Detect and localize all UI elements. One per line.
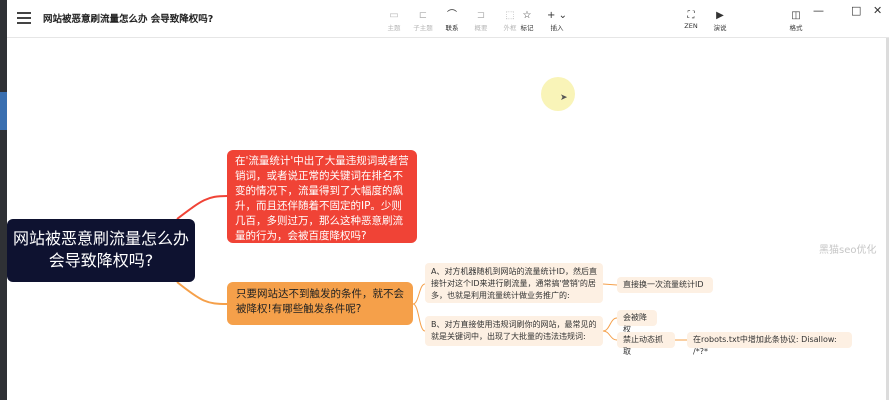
minimize-button[interactable]: — [813, 4, 824, 17]
hamburger-menu-icon[interactable] [17, 12, 31, 24]
pitch-icon: ▶ [716, 10, 724, 21]
toolbar-format-button[interactable]: ◫ 格式 [779, 9, 813, 32]
watermark-text: 黑猫seo优化 [819, 245, 877, 256]
star-icon: ☆ [522, 10, 532, 21]
subtopic-robots-rule[interactable]: 在robots.txt中增加此条协议: Disallow: /*?* [687, 332, 852, 356]
root-topic[interactable]: 网站被恶意刷流量怎么办 会导致降权吗? [7, 219, 195, 282]
subtopic-b[interactable]: B、对方直接使用违规词刷你的网站，最常见的就是关键词中，出现了大批量的违法违规词… [425, 316, 603, 346]
plus-icon: + ⌄ [547, 10, 567, 21]
cursor-highlight [541, 77, 575, 111]
subtopic-block-dynamic[interactable]: 禁止动态抓取 [617, 332, 675, 356]
toolbar-pitch-button[interactable]: ▶ 演说 [703, 9, 737, 32]
subtopic-change-id[interactable]: 直接换一次流量统计ID [617, 277, 713, 293]
topic-branch-2[interactable]: 只要网站达不到触发的条件，就不会被降权!有哪些触发条件呢? [227, 282, 413, 325]
toolbar-marker-button[interactable]: ☆ 标记 [510, 9, 544, 32]
format-icon: ◫ [791, 10, 801, 21]
left-window-edge [0, 0, 7, 400]
document-title: 网站被恶意刷流量怎么办 会导致降权吗? [43, 14, 214, 25]
maximize-button[interactable]: □ [851, 4, 861, 17]
title-bar: 网站被恶意刷流量怎么办 会导致降权吗? ▭ 主题 ⊏ 子主题 ⌒ 联系 ⊐ 概要 ⬚ 外框… [7, 0, 889, 38]
close-button[interactable]: ✕ [873, 4, 882, 17]
topic-branch-1[interactable]: 在'流量统计'中出了大量违规词或者营销词，或者说正常的关键词在排名不变的情况下，… [227, 150, 417, 243]
subtopic-a[interactable]: A、对方机器随机到网站的流量统计ID，然后直接针对这个ID来进行刷流量，通常搞'… [425, 263, 603, 303]
mindmap-canvas[interactable]: ➤ 网站被恶意刷流量怎么办 会导致降权吗? 在'流量统计'中出了大量违规词或者营… [7, 38, 886, 400]
toolbar-insert-button[interactable]: + ⌄ 插入 [540, 9, 574, 32]
mouse-pointer-icon: ➤ [560, 93, 568, 103]
subtopic-will-be-demoted[interactable]: 会被降权 [617, 310, 657, 334]
